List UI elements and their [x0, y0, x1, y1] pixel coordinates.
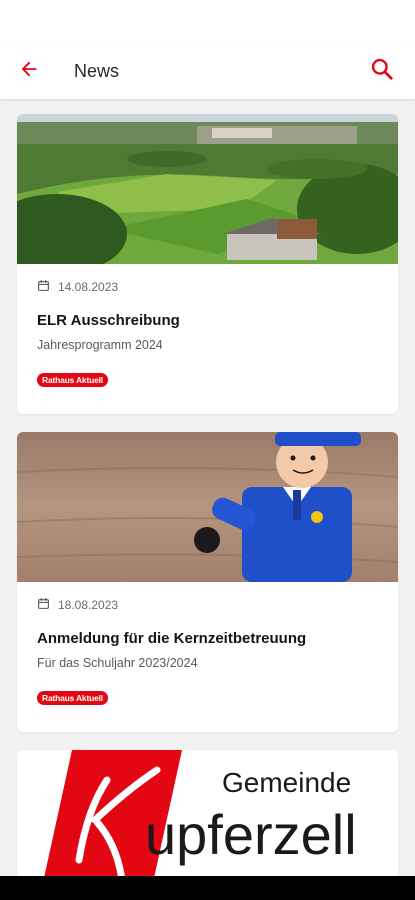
news-card[interactable]: 14.08.2023 ELR Ausschreibung Jahresprogr…: [17, 114, 398, 414]
news-subtitle: Für das Schuljahr 2023/2024: [37, 656, 198, 670]
search-icon: [369, 56, 395, 87]
page-title: News: [74, 61, 120, 81]
news-image: [17, 114, 398, 264]
news-card[interactable]: Gemeinde upferzell: [17, 750, 398, 876]
news-card-body: 18.08.2023 Anmeldung für die Kernzeitbet…: [17, 582, 398, 732]
news-image: [17, 432, 398, 582]
date-row: 18.08.2023: [37, 597, 378, 613]
news-card[interactable]: 18.08.2023 Anmeldung für die Kernzeitbet…: [17, 432, 398, 732]
news-date: 14.08.2023: [58, 280, 119, 294]
search-button[interactable]: [359, 44, 405, 99]
app-bar: News: [0, 44, 415, 99]
news-card-body: 14.08.2023 ELR Ausschreibung Jahresprogr…: [17, 264, 398, 414]
news-feed[interactable]: 14.08.2023 ELR Ausschreibung Jahresprogr…: [0, 99, 415, 876]
news-subtitle: Jahresprogramm 2024: [37, 338, 163, 352]
logo-line2: upferzell: [145, 803, 357, 866]
date-row: 14.08.2023: [37, 279, 378, 295]
arrow-left-icon: [18, 58, 40, 85]
news-title: Anmeldung für die Kernzeitbetreuung: [37, 630, 307, 647]
news-date: 18.08.2023: [58, 598, 119, 612]
logo-line1: Gemeinde: [222, 767, 351, 798]
system-navigation-bar: [0, 876, 415, 900]
status-bar: [0, 0, 415, 44]
news-title: ELR Ausschreibung: [37, 312, 180, 329]
calendar-icon: [37, 597, 58, 613]
back-button[interactable]: [1, 44, 57, 99]
calendar-icon: [37, 279, 58, 295]
category-badge[interactable]: Rathaus Aktuell: [37, 373, 108, 387]
municipality-logo: Gemeinde upferzell: [17, 750, 398, 876]
category-badge[interactable]: Rathaus Aktuell: [37, 691, 108, 705]
